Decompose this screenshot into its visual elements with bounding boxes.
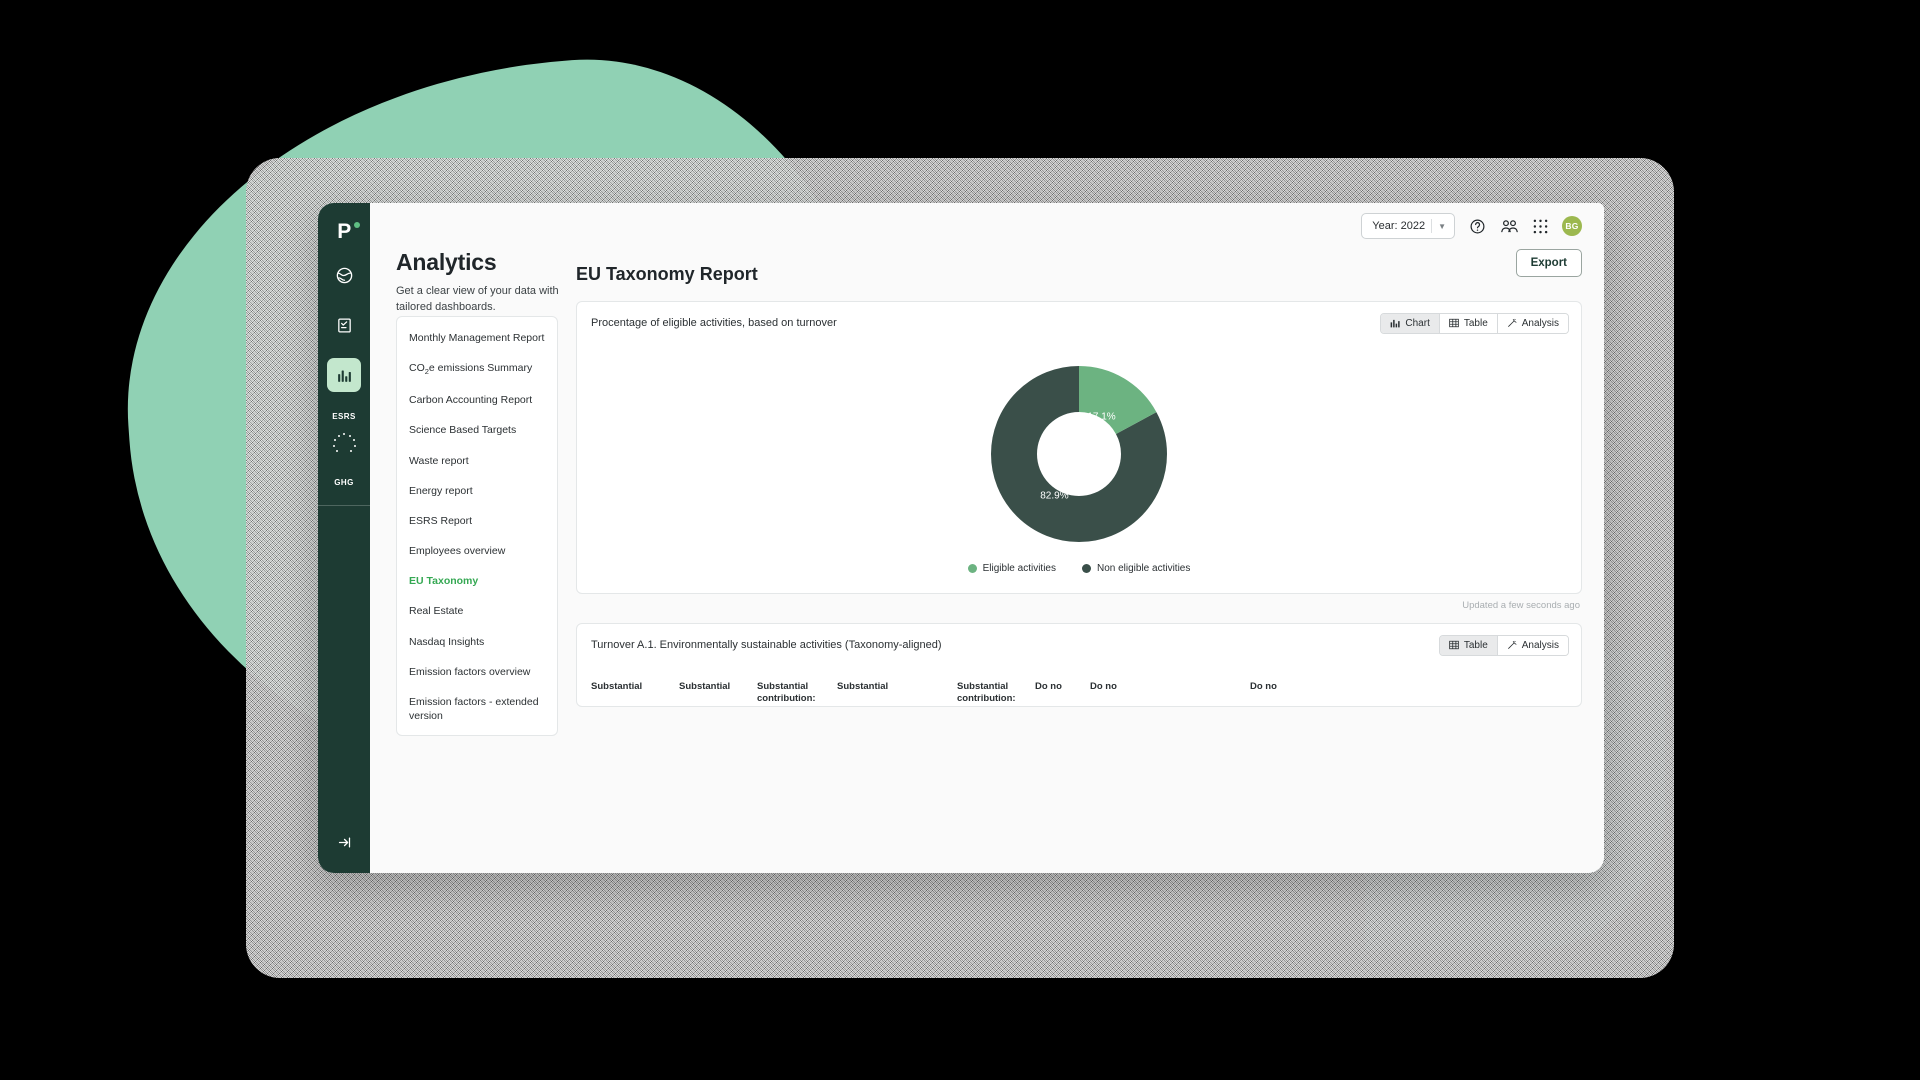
report-item[interactable]: Emission factors - extended version: [397, 687, 557, 731]
chart-card-title: Procentage of eligible activities, based…: [591, 317, 837, 330]
table-column-header: Do no: [1250, 680, 1277, 692]
table-column-header: Do no: [1090, 680, 1117, 692]
chevron-down-icon: ▼: [1438, 221, 1446, 231]
sidebar-item-sustainability[interactable]: [327, 258, 361, 292]
year-select[interactable]: Year: 2022 ▼: [1361, 213, 1455, 239]
report-item[interactable]: Energy report: [397, 476, 557, 506]
table-column-header: Substantial contribution:: [957, 680, 1016, 705]
analytics-bars-icon: [336, 367, 353, 384]
report-item[interactable]: Monthly Management Report: [397, 323, 557, 353]
report-item[interactable]: Emission factors overview: [397, 657, 557, 687]
tab-table-2[interactable]: Table: [1439, 635, 1498, 655]
logo-dot-icon: [353, 222, 360, 228]
legend-dot-icon-eligible: [967, 564, 977, 574]
legend-label-non-eligible: Non eligible activities: [1096, 563, 1191, 575]
tab-chart[interactable]: Chart: [1381, 313, 1440, 333]
report-item[interactable]: Waste report: [397, 446, 557, 476]
donut-label-eligible: 17.1%: [1087, 411, 1116, 423]
magic-wand-icon: [1507, 318, 1517, 328]
report-item-eu-taxonomy[interactable]: EU Taxonomy: [397, 566, 557, 596]
table-column-header: Substantial: [837, 680, 889, 692]
table-column-header: Substantial: [591, 680, 643, 692]
table-header-row: Substantial Substantial Substantial cont…: [577, 667, 1581, 706]
app-logo[interactable]: P: [337, 220, 360, 243]
content-column: EU Taxonomy Report Procentage of eligibl…: [576, 264, 1604, 873]
app-logo-letter: P: [337, 220, 351, 243]
tab-chart-label: Chart: [1405, 317, 1430, 329]
avatar[interactable]: BG: [1562, 216, 1582, 236]
sidebar-item-analytics[interactable]: [327, 358, 361, 392]
donut-chart-svg: [991, 366, 1167, 543]
tab-analysis-2[interactable]: Analysis: [1497, 635, 1568, 655]
sidebar-rail: P ESRS GHG: [318, 203, 370, 873]
updated-timestamp: Updated a few seconds ago: [1462, 599, 1580, 611]
table-column-header: Substantial: [679, 680, 731, 692]
tab-table-2-label: Table: [1463, 639, 1488, 651]
report-item[interactable]: Nasdaq Insights: [397, 627, 557, 657]
legend-item-non-eligible[interactable]: Non eligible activities: [1081, 563, 1191, 575]
table-grid-icon: [1449, 640, 1459, 650]
chart-legend: Eligible activities Non eligible activit…: [967, 563, 1191, 575]
help-circle-icon[interactable]: [1469, 218, 1486, 235]
donut-label-non-eligible: 82.9%: [1040, 490, 1069, 502]
legend-label-eligible: Eligible activities: [982, 563, 1056, 575]
report-title: EU Taxonomy Report: [576, 263, 758, 284]
chart-view-toggle[interactable]: Chart Table Analysis: [1380, 312, 1569, 334]
tab-table-label: Table: [1463, 317, 1488, 329]
apps-grid-icon[interactable]: [1533, 219, 1548, 234]
donut-chart-area: 17.1% 82.9% Eligible activities Non elig…: [577, 345, 1581, 593]
main-split: Monthly Management Report CO2e emissions…: [370, 264, 1604, 873]
eu-stars-icon[interactable]: [331, 432, 357, 458]
chart-card-header: Procentage of eligible activities, based…: [577, 302, 1581, 345]
table-column-header: Do no: [1035, 680, 1062, 692]
tab-analysis[interactable]: Analysis: [1497, 313, 1568, 333]
report-item[interactable]: HRDD Assessment - Company: [397, 731, 557, 735]
people-icon[interactable]: [1500, 218, 1519, 235]
donut-chart: 17.1% 82.9%: [988, 363, 1170, 545]
screenshot-stage: P ESRS GHG Year: 2022 ▼ BG Analytics Get…: [0, 0, 1920, 1080]
table-view-toggle[interactable]: Table Analysis: [1438, 634, 1569, 656]
report-check-icon: [336, 317, 353, 334]
sidebar-divider: [318, 505, 370, 506]
sidebar-collapse-icon[interactable]: [337, 835, 352, 853]
report-item[interactable]: Employees overview: [397, 536, 557, 566]
globe-leaf-icon: [335, 266, 354, 285]
sidebar-item-reports[interactable]: [327, 308, 361, 342]
legend-item-eligible[interactable]: Eligible activities: [967, 563, 1056, 575]
page-subtitle: Get a clear view of your data with tailo…: [396, 285, 559, 313]
app-window: P ESRS GHG Year: 2022 ▼ BG Analytics Get…: [318, 203, 1604, 873]
magic-wand-icon: [1507, 640, 1517, 650]
report-list[interactable]: Monthly Management Report CO2e emissions…: [396, 315, 558, 736]
report-item[interactable]: Carbon Accounting Report: [397, 385, 557, 415]
table-card: Turnover A.1. Environmentally sustainabl…: [576, 622, 1582, 707]
legend-dot-icon-non-eligible: [1081, 564, 1091, 574]
report-item[interactable]: CO2e emissions Summary: [397, 353, 557, 385]
tab-analysis-label: Analysis: [1521, 317, 1559, 329]
report-item[interactable]: ESRS Report: [397, 506, 557, 536]
sidebar-label-ghg[interactable]: GHG: [334, 478, 353, 487]
report-item[interactable]: Real Estate: [397, 596, 557, 626]
bar-chart-icon: [1390, 318, 1401, 328]
sidebar-label-esrs[interactable]: ESRS: [332, 412, 355, 421]
year-select-divider: [1431, 219, 1433, 233]
year-select-value: Year: 2022: [1372, 220, 1426, 232]
table-card-title: Turnover A.1. Environmentally sustainabl…: [591, 639, 942, 652]
topbar: Year: 2022 ▼ BG: [370, 203, 1604, 249]
table-card-header: Turnover A.1. Environmentally sustainabl…: [577, 624, 1581, 667]
table-column-header: Substantial contribution:: [757, 680, 816, 705]
report-item[interactable]: Science Based Targets: [397, 415, 557, 445]
chart-card: Procentage of eligible activities, based…: [576, 300, 1582, 594]
tab-analysis-2-label: Analysis: [1521, 639, 1559, 651]
table-grid-icon: [1449, 318, 1459, 328]
tab-table[interactable]: Table: [1439, 313, 1498, 333]
page-content: Year: 2022 ▼ BG Analytics Get a clear vi…: [370, 203, 1604, 873]
